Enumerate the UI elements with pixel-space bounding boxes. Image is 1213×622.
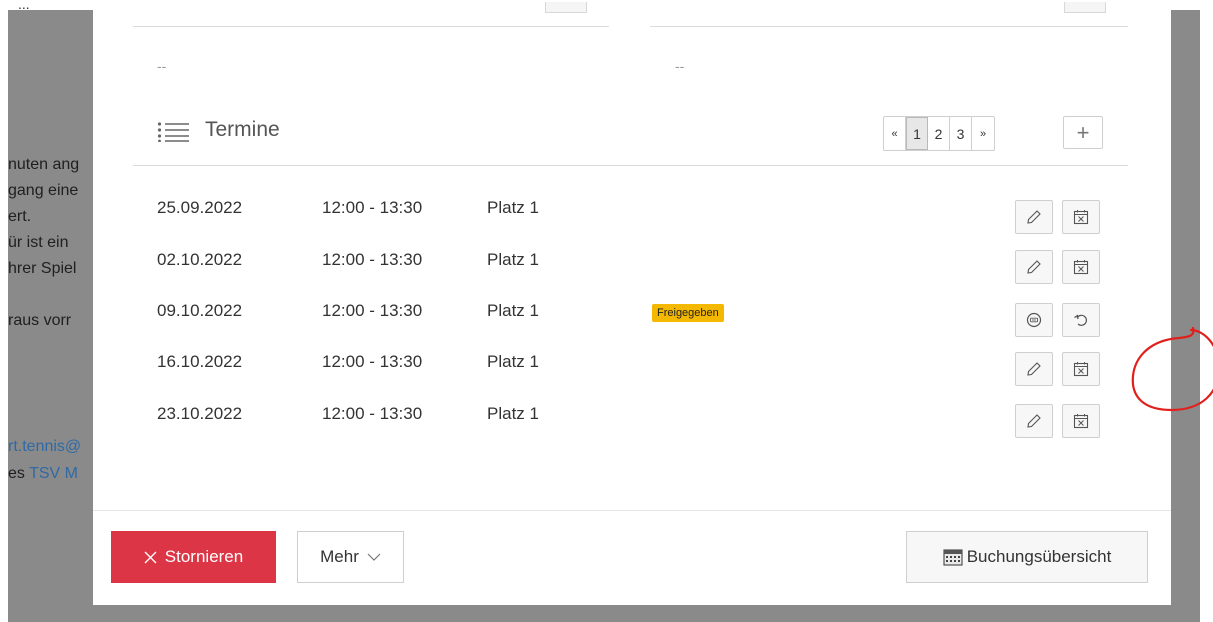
- appointment-time: 12:00 - 13:30: [322, 198, 423, 217]
- status-badge: Freigegeben: [652, 304, 724, 322]
- booking-overview-label: Buchungsübersicht: [966, 547, 1112, 566]
- appointment-court: Platz 1: [487, 198, 539, 217]
- chevron-down-icon: [367, 553, 381, 561]
- background-club-link[interactable]: TSV M: [29, 465, 78, 482]
- pagination-page-3[interactable]: 3: [950, 117, 972, 150]
- cancel-date-button[interactable]: [1062, 404, 1100, 438]
- appointment-row: 09.10.2022 12:00 - 13:30 Platz 1 Freigeg…: [93, 301, 1171, 351]
- background-page-text: ... nuten ang gang eine ert. ür ist ein …: [8, 0, 94, 622]
- appointment-time: 12:00 - 13:30: [322, 352, 423, 371]
- pencil-icon: [1027, 414, 1041, 428]
- section-title: Termine: [205, 118, 280, 141]
- more-label: Mehr: [320, 547, 359, 566]
- calendar-cancel-icon: [1073, 260, 1089, 275]
- appointment-date: 23.10.2022: [157, 404, 243, 423]
- edit-button[interactable]: [1015, 352, 1053, 386]
- appointment-time: 12:00 - 13:30: [322, 250, 423, 269]
- appointment-time: 12:00 - 13:30: [322, 301, 423, 320]
- appointment-row: 23.10.2022 12:00 - 13:30 Platz 1: [93, 404, 1171, 454]
- field-button-stub: [545, 2, 587, 13]
- calendar-icon: [943, 549, 963, 566]
- edit-button[interactable]: [1015, 404, 1053, 438]
- pagination-next[interactable]: »: [972, 117, 994, 150]
- appointment-date: 09.10.2022: [157, 301, 243, 320]
- cancel-booking-label: Stornieren: [164, 547, 244, 566]
- add-appointment-button[interactable]: +: [1063, 116, 1103, 149]
- appointment-date: 02.10.2022: [157, 250, 243, 269]
- edit-button[interactable]: [1015, 250, 1053, 284]
- pencil-icon: [1027, 210, 1041, 224]
- payment-button[interactable]: [1015, 303, 1053, 337]
- more-dropdown-button[interactable]: Mehr: [297, 531, 404, 583]
- booking-modal: -- -- Termine « 1 2 3 » + 25.09.2022 12:…: [93, 0, 1213, 606]
- pagination-page-2[interactable]: 2: [928, 117, 950, 150]
- appointment-row: 02.10.2022 12:00 - 13:30 Platz 1: [93, 250, 1171, 300]
- pagination-page-1[interactable]: 1: [906, 117, 928, 150]
- field-value-right: --: [675, 58, 685, 74]
- modal-footer: Stornieren Mehr Buchungsübersicht: [93, 510, 1171, 606]
- appointment-court: Platz 1: [487, 352, 539, 371]
- cancel-booking-button[interactable]: Stornieren: [111, 531, 276, 583]
- page-edge: [0, 0, 8, 622]
- appointment-court: Platz 1: [487, 404, 539, 423]
- edit-button[interactable]: [1015, 200, 1053, 234]
- background-line: hrer Spiel: [8, 260, 77, 277]
- background-footer-prefix: es: [8, 465, 30, 482]
- list-icon: [157, 122, 191, 143]
- background-line: gang eine: [8, 182, 79, 199]
- appointments-header: Termine « 1 2 3 » +: [133, 108, 1128, 166]
- cancel-date-button[interactable]: [1062, 200, 1100, 234]
- calendar-cancel-icon: [1073, 362, 1089, 377]
- cancel-date-button[interactable]: [1062, 250, 1100, 284]
- background-line: raus vorr: [8, 312, 72, 329]
- booking-overview-button[interactable]: Buchungsübersicht: [906, 531, 1148, 583]
- pagination-prev[interactable]: «: [884, 117, 906, 150]
- appointment-date: 16.10.2022: [157, 352, 243, 371]
- background-line: nuten ang: [8, 156, 80, 173]
- calendar-cancel-icon: [1073, 414, 1089, 429]
- pencil-icon: [1027, 362, 1041, 376]
- field-value-left: --: [157, 58, 167, 74]
- coin-icon: [1026, 312, 1042, 328]
- appointment-court: Platz 1: [487, 301, 539, 320]
- background-line: ür ist ein: [8, 234, 69, 251]
- appointment-row: 25.09.2022 12:00 - 13:30 Platz 1: [93, 198, 1171, 248]
- calendar-cancel-icon: [1073, 210, 1089, 225]
- pencil-icon: [1027, 260, 1041, 274]
- top-field-left[interactable]: [133, 0, 609, 27]
- field-button-stub: [1064, 2, 1106, 13]
- background-email-link[interactable]: rt.tennis@: [8, 438, 81, 456]
- background-line: ert.: [8, 208, 32, 225]
- top-field-right[interactable]: [650, 0, 1128, 27]
- close-icon: [144, 551, 157, 563]
- appointment-date: 25.09.2022: [157, 198, 243, 217]
- pagination: « 1 2 3 »: [883, 116, 995, 151]
- appointment-court: Platz 1: [487, 250, 539, 269]
- appointment-time: 12:00 - 13:30: [322, 404, 423, 423]
- appointment-row: 16.10.2022 12:00 - 13:30 Platz 1: [93, 352, 1171, 402]
- undo-release-button[interactable]: [1062, 303, 1100, 337]
- cancel-date-button[interactable]: [1062, 352, 1100, 386]
- background-dots: ...: [18, 0, 30, 12]
- undo-icon: [1074, 314, 1087, 326]
